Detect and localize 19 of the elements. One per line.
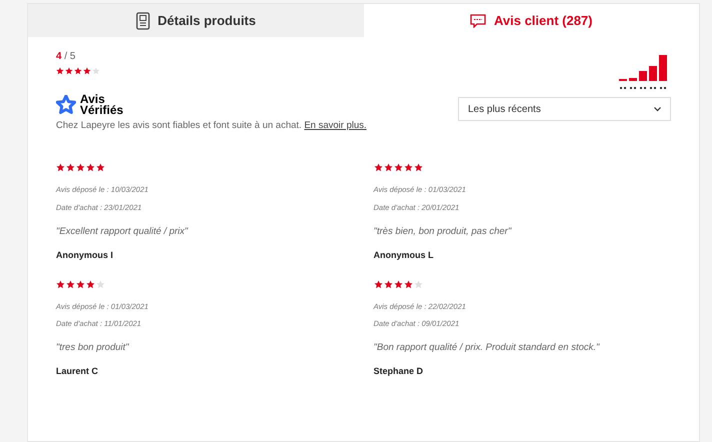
review-comment: "très bien, bon produit, pas cher": [374, 224, 512, 239]
rating-score: 4: [56, 51, 62, 62]
trust-notice: Chez Lapeyre les avis sont fiables et font suite à un achat. En savoir plus.: [56, 119, 367, 133]
review-comment: "tres bon produit": [56, 341, 130, 355]
sort-dropdown[interactable]: Les plus récents: [458, 97, 671, 121]
learn-more-link[interactable]: En savoir plus.: [304, 120, 367, 131]
review-comment: "Excellent rapport qualité / prix": [56, 224, 190, 239]
brand-logo-text: Avis Vérifiés: [80, 94, 124, 116]
star-logo-icon: [56, 95, 76, 115]
tab[interactable]: Détails produits: [28, 4, 364, 37]
review-comment: "Bon rapport qualité / prix. Produit standard en stock.": [374, 341, 601, 355]
reviewer-name: Laurent C: [56, 365, 100, 378]
chat-icon: [470, 14, 486, 28]
reviewer-name: Stephane D: [374, 365, 424, 378]
document-icon: [136, 12, 150, 30]
reviewer-name: Anonymous L: [374, 249, 434, 262]
chevron-down-icon: [654, 106, 661, 112]
reviewer-name: Anonymous I: [56, 249, 114, 262]
rating-scale: / 5: [64, 51, 76, 62]
